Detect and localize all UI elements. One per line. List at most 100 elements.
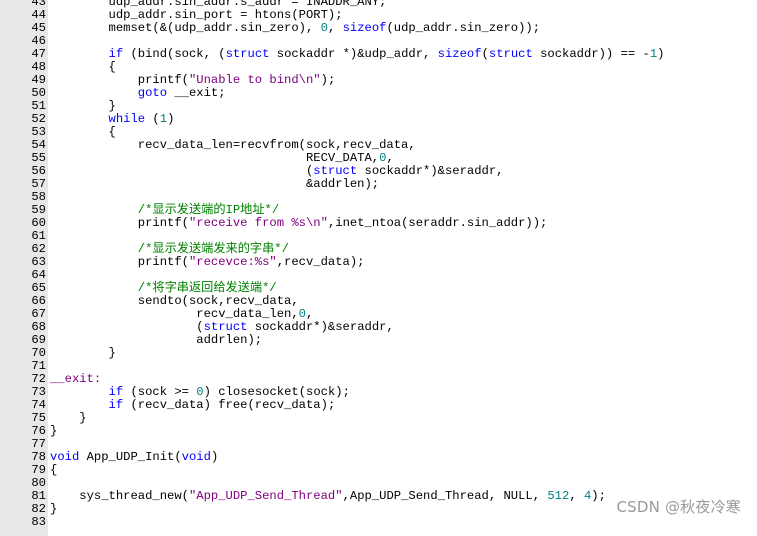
code-token: ); xyxy=(320,73,336,87)
code-line[interactable]: 70 } xyxy=(0,347,757,360)
keyword-token: struct xyxy=(488,47,533,61)
code-token: sockaddr)) == - xyxy=(532,47,650,61)
string-token: "recevce:%s" xyxy=(188,255,277,269)
keyword-token: void xyxy=(181,450,211,464)
code-token: udp_addr.sin_port = htons(PORT); xyxy=(50,8,343,22)
keyword-token: while xyxy=(108,112,146,126)
code-line[interactable]: 78 void App_UDP_Init(void) xyxy=(0,451,757,464)
code-lines: 43 udp_addr.sin_addr.s_addr = INADDR_ANY… xyxy=(0,0,757,529)
number-token: 512 xyxy=(547,489,570,503)
code-token: ,recv_data); xyxy=(276,255,365,269)
code-token: , xyxy=(569,489,584,503)
code-token: } xyxy=(50,346,116,360)
comment-token: /*显示发送端发来的字串*/ xyxy=(50,242,289,256)
code-token: RECV_DATA, xyxy=(50,151,380,165)
number-token: 1 xyxy=(159,112,168,126)
code-token: , xyxy=(386,151,394,165)
code-token: ) closesocket(sock); xyxy=(203,385,350,399)
number-token: 0 xyxy=(320,21,328,35)
code-line[interactable]: 71 xyxy=(0,360,757,373)
code-token: , xyxy=(327,21,343,35)
keyword-token: if xyxy=(108,398,124,412)
line-code: &addrlen); xyxy=(50,178,379,191)
code-token: (bind(sock, ( xyxy=(123,47,226,61)
comment-token: /*显示发送端的IP地址*/ xyxy=(50,203,280,217)
keyword-token: void xyxy=(50,450,80,464)
line-code: } xyxy=(50,347,116,360)
code-line[interactable]: 57 &addrlen); xyxy=(0,178,757,191)
code-token: __exit; xyxy=(167,86,226,100)
code-token: recv_data_len, xyxy=(50,307,299,321)
code-token: ) xyxy=(167,112,175,126)
code-token: printf( xyxy=(50,255,189,269)
keyword-token: goto xyxy=(137,86,168,100)
code-token: memset(&(udp_addr.sin_zero), xyxy=(50,21,321,35)
code-token: printf( xyxy=(50,216,189,230)
line-code: memset(&(udp_addr.sin_zero), 0, sizeof(u… xyxy=(50,21,541,35)
code-token: { xyxy=(50,463,58,477)
code-token: sys_thread_new( xyxy=(50,489,189,503)
code-token: sockaddr*)&seraddr, xyxy=(247,320,394,334)
line-code: sys_thread_new("App_UDP_Send_Thread",App… xyxy=(50,490,606,503)
code-token: ( xyxy=(481,47,489,61)
code-token: sockaddr *)&udp_addr, xyxy=(269,47,438,61)
code-line[interactable]: 60 printf("receive from %s\n",inet_ntoa(… xyxy=(0,217,757,230)
string-token: "App_UDP_Send_Thread" xyxy=(188,489,343,503)
string-token: "Unable to bind\n" xyxy=(188,73,321,87)
code-token: (recv_data) free(recv_data); xyxy=(123,398,336,412)
code-token: ,inet_ntoa(seraddr.sin_addr)); xyxy=(327,216,548,230)
code-token: } xyxy=(50,99,116,113)
code-token: ) xyxy=(210,450,219,464)
code-token: App_UDP_Init( xyxy=(79,450,182,464)
label-token: __exit: xyxy=(50,372,102,386)
code-line[interactable]: 83 xyxy=(0,516,757,529)
code-token: { xyxy=(50,60,116,74)
code-line[interactable]: 63 printf("recevce:%s",recv_data); xyxy=(0,256,757,269)
line-number: 83 xyxy=(31,515,46,529)
code-line[interactable]: 79{ xyxy=(0,464,757,477)
code-token: printf( xyxy=(50,73,189,87)
string-token: "receive from %s\n" xyxy=(188,216,328,230)
code-token: addrlen); xyxy=(50,333,263,347)
line-code: printf("receive from %s\n",inet_ntoa(ser… xyxy=(50,216,548,230)
number-token: 0 xyxy=(298,307,306,321)
keyword-token: sizeof xyxy=(342,21,387,35)
line-code: void App_UDP_Init(void) xyxy=(50,451,218,464)
line-code: { xyxy=(50,464,57,477)
code-token: ( xyxy=(50,320,204,334)
line-code: if (recv_data) free(recv_data); xyxy=(50,398,336,412)
code-editor[interactable]: 43 udp_addr.sin_addr.s_addr = INADDR_ANY… xyxy=(0,0,757,536)
line-code: printf("recevce:%s",recv_data); xyxy=(50,256,365,269)
keyword-token: sizeof xyxy=(437,47,482,61)
line-code: if (bind(sock, (struct sockaddr *)&udp_a… xyxy=(50,47,665,61)
code-line[interactable]: 45 memset(&(udp_addr.sin_zero), 0, sizeo… xyxy=(0,22,757,35)
code-token: recv_data_len=recvfrom(sock,recv_data, xyxy=(50,138,416,152)
code-token: ( xyxy=(145,112,160,126)
number-token: 0 xyxy=(196,385,204,399)
code-line[interactable]: 76} xyxy=(0,425,757,438)
keyword-token: struct xyxy=(225,47,270,61)
code-token: , xyxy=(306,307,314,321)
code-token: (sock >= xyxy=(123,385,197,399)
code-line[interactable]: 74 if (recv_data) free(recv_data); xyxy=(0,399,757,412)
code-token: ) xyxy=(657,47,665,61)
line-code: } xyxy=(50,503,57,516)
code-token: ( xyxy=(50,164,314,178)
keyword-token: if xyxy=(108,47,124,61)
code-token: &addrlen); xyxy=(50,177,380,191)
code-token: sendto(sock,recv_data, xyxy=(50,294,299,308)
keyword-token: struct xyxy=(203,320,248,334)
code-line[interactable]: 75 } xyxy=(0,412,757,425)
comment-token: /*将字串返回给发送端*/ xyxy=(50,281,277,295)
code-token: } xyxy=(50,411,87,425)
keyword-token: if xyxy=(108,385,124,399)
code-token: sockaddr*)&seraddr, xyxy=(357,164,504,178)
code-token: } xyxy=(50,502,58,516)
keyword-token: struct xyxy=(313,164,358,178)
line-code: } xyxy=(50,425,57,438)
